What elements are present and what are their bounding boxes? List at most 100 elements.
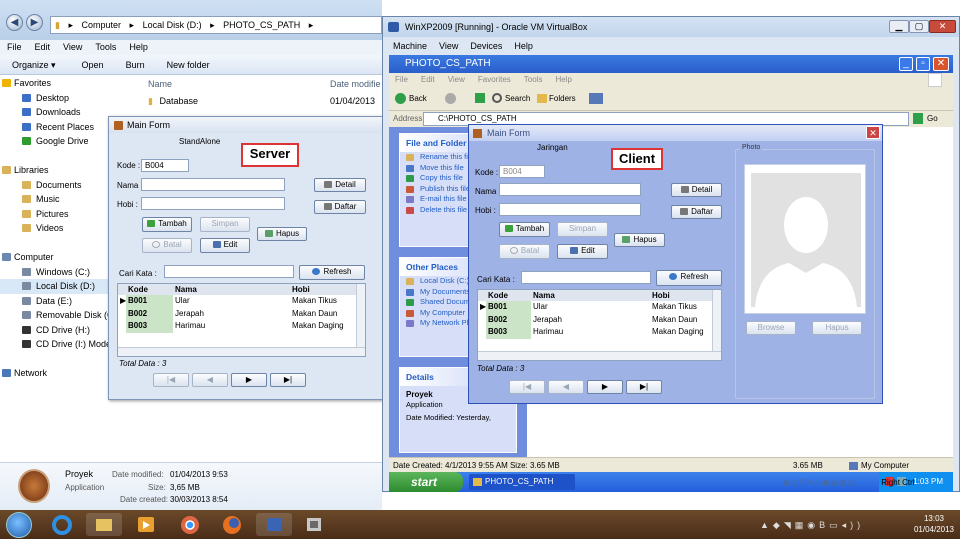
search-input[interactable] [164,265,294,278]
menu-edit[interactable]: Edit [35,42,51,52]
menu-view[interactable]: View [439,41,458,51]
internet-explorer-icon[interactable] [44,513,80,536]
burn-button[interactable]: Burn [126,60,145,70]
nav-item[interactable]: Data (E:) [0,294,118,309]
table-row[interactable]: B003 Harimau Makan Daging [118,320,365,333]
batal-button[interactable]: Batal [499,244,550,259]
menu-tools[interactable]: Tools [524,75,543,84]
start-orb-icon[interactable] [6,512,32,538]
device-icons[interactable]: ◉◎⚲✎▭▣▤▥◫ [783,476,879,490]
back-icon[interactable] [395,93,406,104]
file-row[interactable]: ▮ Database 01/04/2013 [148,96,378,109]
nav-item[interactable]: Pictures [0,207,118,222]
menu-view[interactable]: View [63,42,82,52]
simpan-button[interactable]: Simpan [200,217,250,232]
hapus-photo-button[interactable]: Hapus [812,321,862,335]
browse-button[interactable]: Browse [746,321,796,335]
folders-icon[interactable] [537,94,547,103]
tambah-button[interactable]: Tambah [499,222,550,237]
close-icon[interactable]: ✕ [929,20,956,33]
close-icon[interactable]: ✕ [866,126,880,139]
search-button[interactable]: Search [505,87,530,111]
grid-column-header[interactable]: Kode [128,284,148,295]
next-record-button[interactable]: ▶ [231,373,267,387]
nav-item[interactable]: Recent Places [0,120,118,135]
last-record-button[interactable]: ▶| [270,373,306,387]
forward-icon[interactable]: ▶ [26,14,43,31]
address-bar[interactable]: ▮ ▸ Computer ▸ Local Disk (D:) ▸ PHOTO_C… [50,16,382,34]
go-icon[interactable] [913,113,923,124]
tambah-button[interactable]: Tambah [142,217,192,232]
detail-button[interactable]: Detail [314,178,366,192]
table-row[interactable]: B002 Jerapah Makan Daun [478,313,721,326]
table-row[interactable]: B003 Harimau Makan Daging [478,326,721,339]
client-data-grid[interactable]: Kode Nama Hobi ▶ B001 Ular Makan Tikus B002 Jera… [477,289,722,361]
hapus-button[interactable]: Hapus [614,233,665,247]
nav-section[interactable]: Favorites [0,76,118,91]
start-button[interactable]: start [389,472,463,492]
nama-input[interactable] [141,178,285,191]
minimize-icon[interactable]: ▁ [889,20,909,33]
nav-item[interactable]: Music [0,192,118,207]
search-icon[interactable] [492,93,502,103]
maximize-icon[interactable]: ▢ [909,20,929,33]
edit-button[interactable]: Edit [200,238,250,253]
nav-item[interactable]: Local Disk (D:) [0,279,118,294]
menu-file[interactable]: File [7,42,22,52]
nav-item[interactable]: Videos [0,221,118,236]
menu-edit[interactable]: Edit [421,75,435,84]
virtualbox-taskbar-icon[interactable] [256,513,292,536]
open-button[interactable]: Open [82,60,104,70]
column-date[interactable]: Date modifie [330,76,381,92]
detail-button[interactable]: Detail [671,183,722,197]
grid-column-header[interactable]: Kode [488,290,508,301]
simpan-button[interactable]: Simpan [557,222,608,237]
menu-tools[interactable]: Tools [95,42,116,52]
nav-item[interactable]: CD Drive (I:) Modem [0,337,119,352]
horizontal-scrollbar[interactable] [478,351,721,360]
folders-button[interactable]: Folders [549,87,576,111]
grid-column-header[interactable]: Hobi [652,290,670,301]
nav-item[interactable]: Desktop [0,91,118,106]
organize-button[interactable]: Organize ▾ [12,60,56,70]
kode-input[interactable]: B004 [141,159,189,172]
column-name[interactable]: Name [148,76,172,92]
app-taskbar-icon[interactable] [296,513,332,536]
breadcrumb-disk[interactable]: Local Disk (D:) [143,20,202,30]
system-clock[interactable]: 13:03 01/04/2013 [914,513,954,535]
table-row[interactable]: ▶ B001 Ular Makan Tikus [478,301,721,314]
menu-help[interactable]: Help [129,42,148,52]
menu-file[interactable]: File [395,75,408,84]
first-record-button[interactable]: |◀ [509,380,545,394]
close-icon[interactable]: ✕ [933,57,949,71]
nav-item[interactable]: Windows (C:) [0,265,118,280]
menu-help[interactable]: Help [514,41,533,51]
grid-column-header[interactable]: Nama [533,290,555,301]
firefox-icon[interactable] [214,513,250,536]
new-folder-button[interactable]: New folder [167,60,210,70]
nav-section[interactable]: Computer [0,250,118,265]
nav-item[interactable]: Removable Disk (G:) [0,308,120,323]
batal-button[interactable]: Batal [142,238,192,253]
first-record-button[interactable]: |◀ [153,373,189,387]
go-button[interactable]: Go [927,111,938,127]
nav-item[interactable]: Downloads [0,105,118,120]
media-player-icon[interactable] [128,513,164,536]
hapus-button[interactable]: Hapus [257,227,307,241]
nav-item[interactable]: CD Drive (H:) [0,323,118,338]
search-input[interactable] [521,271,651,284]
prev-record-button[interactable]: ◀ [192,373,228,387]
daftar-button[interactable]: Daftar [314,200,366,214]
breadcrumb-computer[interactable]: Computer [82,20,122,30]
vertical-scrollbar[interactable] [712,290,721,360]
views-icon[interactable] [589,93,603,104]
nama-input[interactable] [499,183,641,196]
kode-input[interactable]: B004 [499,165,545,178]
hobi-input[interactable] [499,203,641,216]
menu-devices[interactable]: Devices [470,41,502,51]
last-record-button[interactable]: ▶| [626,380,662,394]
nav-section[interactable]: Libraries [0,163,118,178]
maximize-icon[interactable]: ▫ [916,57,930,71]
forward-icon[interactable] [445,93,456,104]
menu-favorites[interactable]: Favorites [478,75,511,84]
